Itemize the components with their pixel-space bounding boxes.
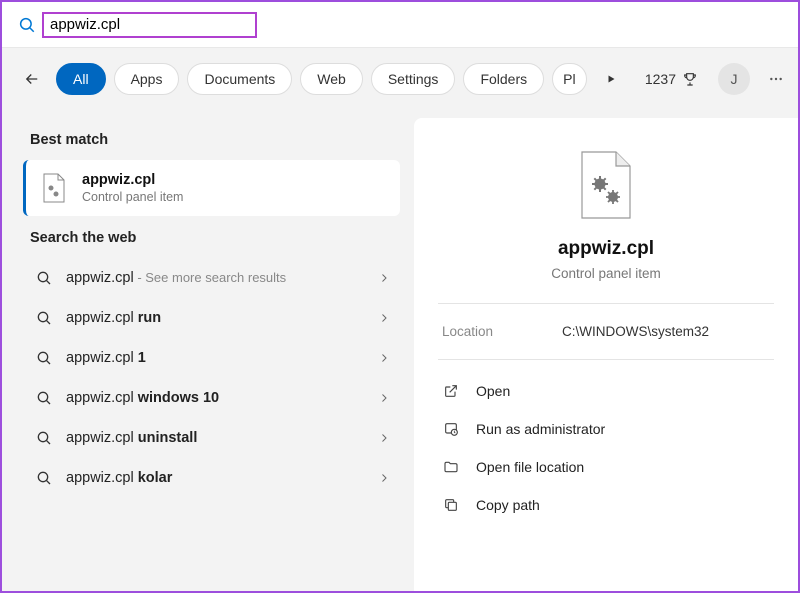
detail-subtitle: Control panel item [438,266,774,281]
web-result-text: appwiz.cpl - See more search results [66,270,364,286]
web-result-item[interactable]: appwiz.cpl windows 10 [26,378,400,418]
filter-web[interactable]: Web [300,63,363,95]
main-content: Best match appwiz.cpl Control panel item… [2,110,798,591]
detail-panel: appwiz.cpl Control panel item Location C… [414,118,798,591]
search-icon [36,270,52,286]
filter-folders[interactable]: Folders [463,63,544,95]
filter-overflow-arrow-icon[interactable] [595,73,627,85]
web-result-item[interactable]: appwiz.cpl 1 [26,338,400,378]
actions-list: Open Run as administrator Open file loca… [438,360,774,536]
chevron-right-icon [378,272,390,284]
filter-more-truncated[interactable]: Pl [552,63,586,95]
section-search-web: Search the web [30,230,400,246]
shield-admin-icon [442,421,460,437]
filter-bar: All Apps Documents Web Settings Folders … [2,48,798,110]
location-value: C:\WINDOWS\system32 [562,324,709,339]
action-copy-path[interactable]: Copy path [438,486,774,524]
results-column: Best match appwiz.cpl Control panel item… [2,110,414,591]
filter-all[interactable]: All [56,63,106,95]
chevron-right-icon [378,432,390,444]
copy-icon [442,497,460,513]
more-menu-icon[interactable] [768,71,784,87]
chevron-right-icon [378,392,390,404]
action-file-loc-label: Open file location [476,459,584,475]
web-result-text: appwiz.cpl windows 10 [66,390,364,406]
chevron-right-icon [378,312,390,324]
action-open-label: Open [476,383,510,399]
action-run-admin[interactable]: Run as administrator [438,410,774,448]
web-result-item[interactable]: appwiz.cpl - See more search results [26,258,400,298]
folder-icon [442,459,460,475]
open-icon [442,383,460,399]
web-result-item[interactable]: appwiz.cpl run [26,298,400,338]
search-icon [36,350,52,366]
search-icon [36,430,52,446]
web-result-item[interactable]: appwiz.cpl kolar [26,458,400,498]
web-result-item[interactable]: appwiz.cpl uninstall [26,418,400,458]
web-result-text: appwiz.cpl kolar [66,470,364,486]
filter-documents[interactable]: Documents [187,63,292,95]
best-match-title: appwiz.cpl [82,172,183,188]
search-input-highlight [42,12,257,38]
search-icon [18,16,36,34]
search-input[interactable] [50,16,249,33]
location-row: Location C:\WINDOWS\system32 [438,304,774,359]
back-button[interactable] [16,63,48,95]
file-gears-icon [40,174,68,202]
action-copy-path-label: Copy path [476,497,540,513]
search-icon [36,310,52,326]
web-result-text: appwiz.cpl run [66,310,364,326]
search-bar [2,2,798,48]
action-file-location[interactable]: Open file location [438,448,774,486]
filter-apps[interactable]: Apps [114,63,180,95]
detail-title: appwiz.cpl [438,238,774,260]
best-match-subtitle: Control panel item [82,190,183,204]
section-best-match: Best match [30,132,400,148]
trophy-icon [682,71,698,87]
detail-file-icon [578,150,634,220]
rewards-points[interactable]: 1237 [645,71,698,87]
rewards-value: 1237 [645,71,676,87]
user-avatar[interactable]: J [718,63,750,95]
best-match-item[interactable]: appwiz.cpl Control panel item [23,160,400,216]
search-icon [36,470,52,486]
filter-settings[interactable]: Settings [371,63,456,95]
action-admin-label: Run as administrator [476,421,605,437]
chevron-right-icon [378,352,390,364]
location-label: Location [442,324,562,339]
chevron-right-icon [378,472,390,484]
search-icon [36,390,52,406]
web-result-text: appwiz.cpl 1 [66,350,364,366]
action-open[interactable]: Open [438,372,774,410]
web-result-text: appwiz.cpl uninstall [66,430,364,446]
